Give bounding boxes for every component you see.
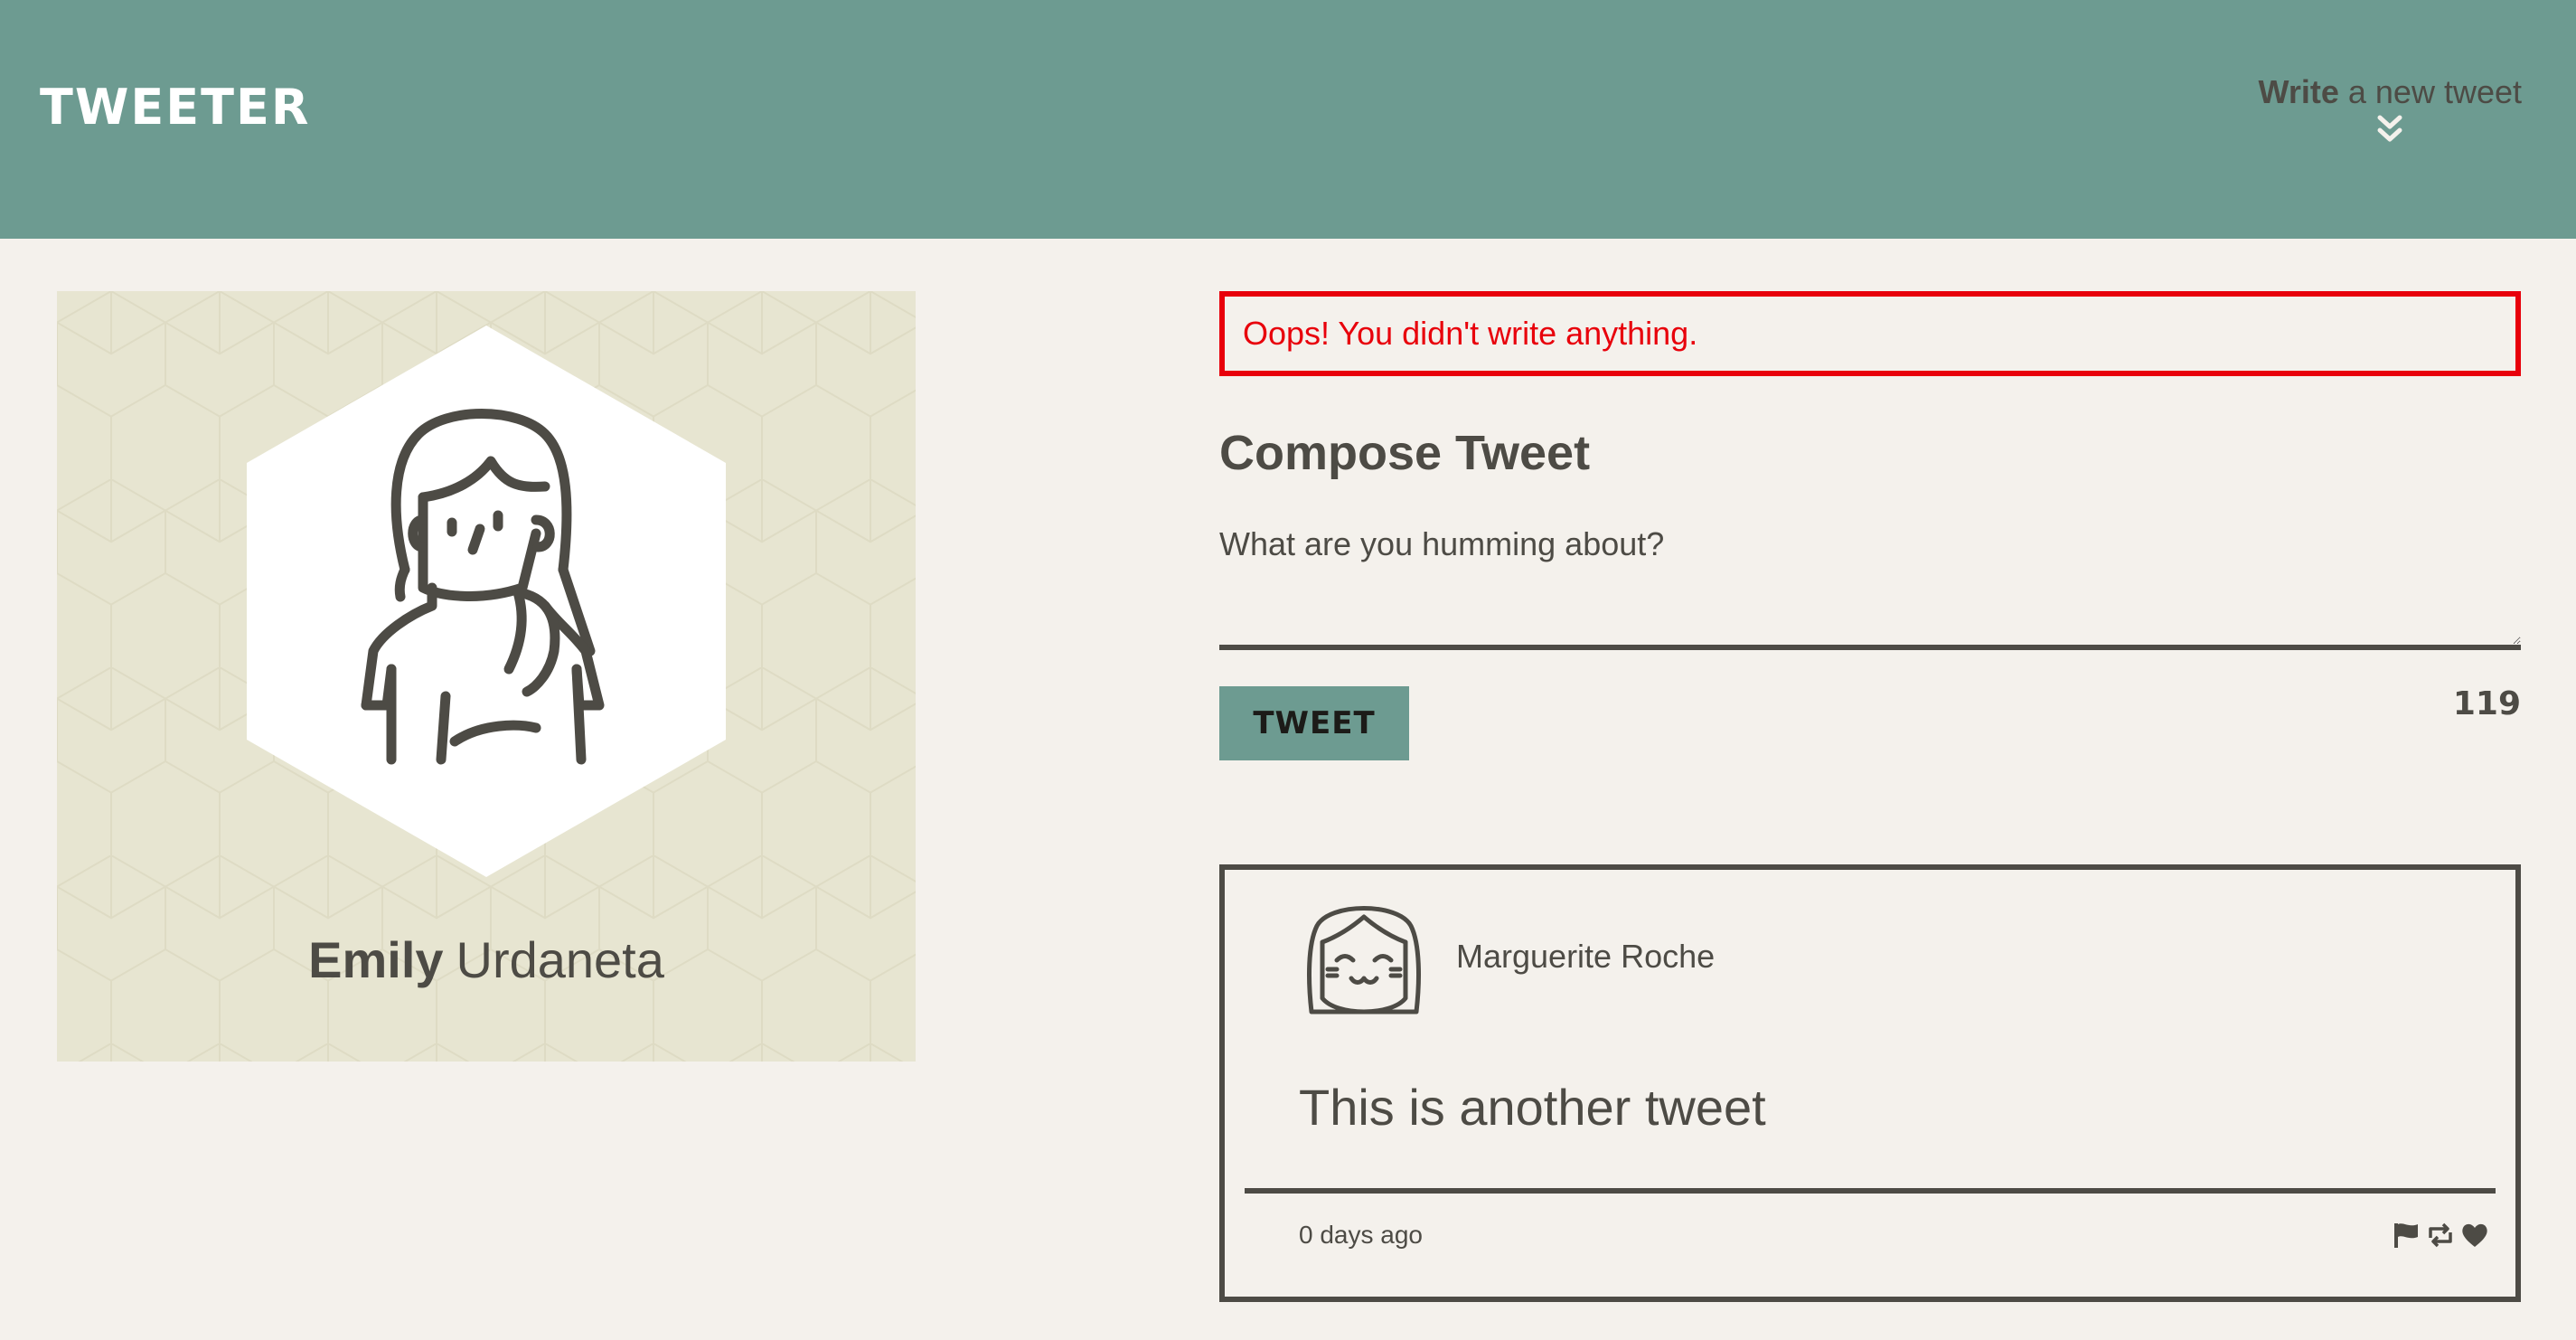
compose-form: TWEET 119: [1219, 524, 2521, 768]
compose-title: Compose Tweet: [1219, 426, 1591, 480]
tweet-content: This is another tweet: [1299, 1079, 1766, 1136]
flag-icon[interactable]: [2391, 1220, 2421, 1250]
woman-avatar-icon: [247, 326, 726, 877]
write-new-tweet-label-bold: Write: [2258, 73, 2339, 110]
tweet-author: Marguerite Roche: [1456, 938, 1716, 975]
profile-first-name: Emily: [308, 931, 444, 988]
tweet-actions: [2391, 1217, 2490, 1253]
profile-card: Emily Urdaneta: [57, 291, 916, 1062]
tweet-divider: [1245, 1188, 2496, 1194]
heart-icon[interactable]: [2459, 1220, 2490, 1250]
girl-avatar-icon: [1307, 906, 1421, 1014]
tweet-button[interactable]: TWEET: [1219, 685, 1409, 760]
compose-footer: TWEET 119: [1219, 684, 2521, 768]
brand-logo[interactable]: TWEETER: [40, 76, 310, 139]
error-message: Oops! You didn't write anything.: [1219, 291, 2521, 376]
write-new-tweet-label-rest: a new tweet: [2347, 73, 2522, 110]
tweet-card: Marguerite Roche This is another tweet 0…: [1219, 864, 2521, 1302]
profile-last-name: Urdaneta: [456, 931, 664, 988]
character-counter: 119: [2452, 684, 2521, 722]
tweet-timestamp: 0 days ago: [1299, 1221, 1423, 1249]
top-nav: TWEETER Write a new tweet: [0, 0, 2576, 239]
main-column: Oops! You didn't write anything. Compose…: [1219, 291, 2521, 1302]
tweet-textarea[interactable]: [1219, 524, 2521, 650]
profile-name: Emily Urdaneta: [57, 924, 916, 996]
write-new-tweet-toggle[interactable]: Write a new tweet: [2259, 67, 2523, 146]
write-new-tweet-label: Write a new tweet: [2259, 67, 2523, 118]
retweet-icon[interactable]: [2425, 1220, 2456, 1250]
double-chevron-down-icon: [2377, 115, 2402, 142]
